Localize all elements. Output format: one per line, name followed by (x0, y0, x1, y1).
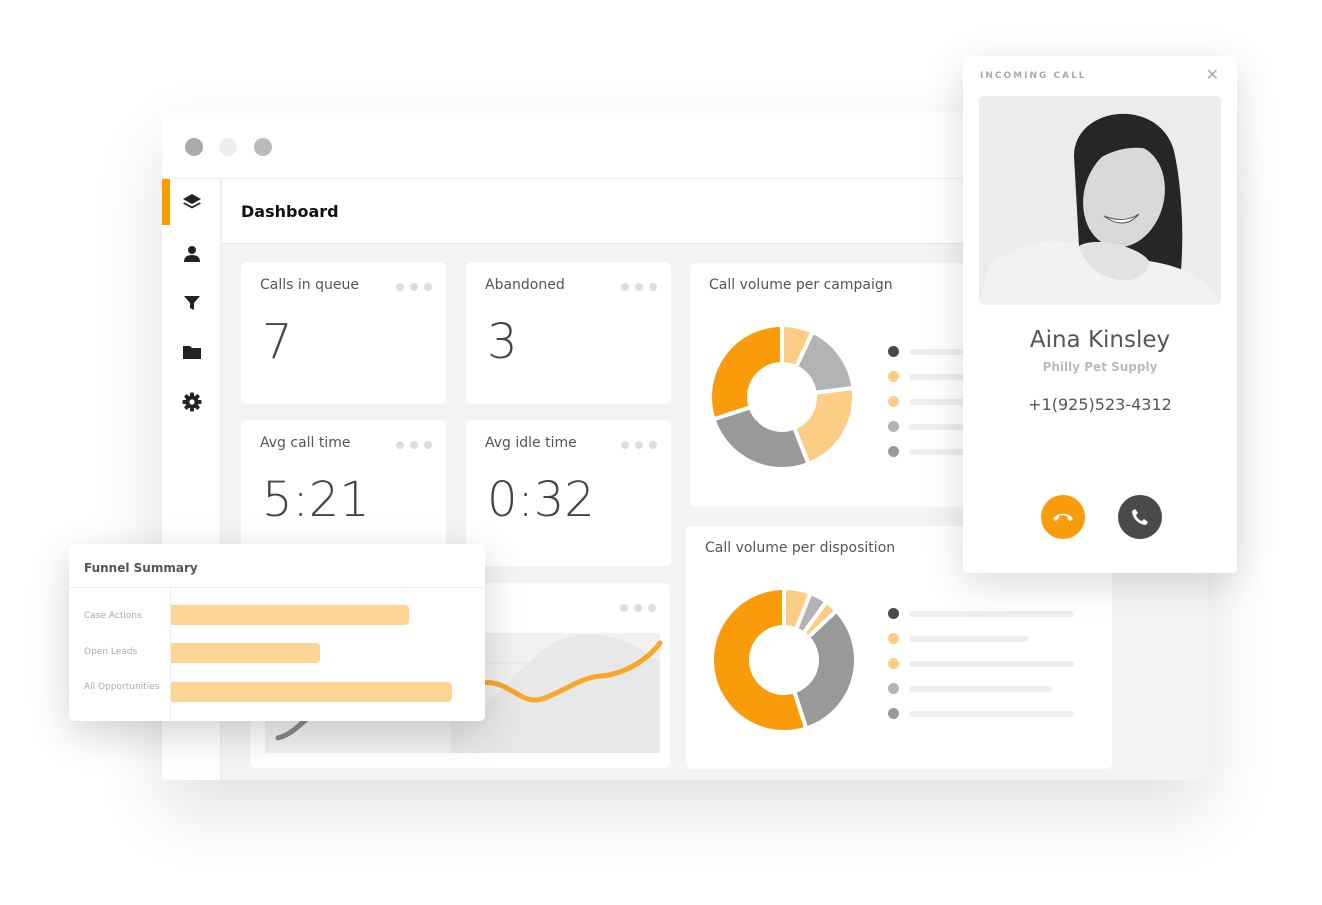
caller-name: Aina Kinsley (1029, 327, 1171, 353)
more-options-button[interactable] (396, 441, 432, 449)
hang-up-icon (1053, 513, 1073, 521)
legend-dot (888, 396, 899, 407)
legend-placeholder-bar (909, 685, 1052, 692)
disposition-donut-chart (710, 586, 858, 734)
stat-value: 0:32 (487, 472, 595, 528)
filter-icon (184, 296, 200, 310)
stat-value: 7 (262, 314, 293, 370)
funnel-bar (171, 682, 452, 702)
disposition-legend (888, 608, 1074, 719)
window-minimize-button[interactable] (219, 138, 237, 156)
legend-placeholder-bar (909, 710, 1074, 717)
stat-card-abandoned: Abandoned 3 (466, 262, 671, 404)
sidebar-item-contacts[interactable] (162, 231, 222, 277)
user-icon (184, 246, 200, 262)
more-options-button[interactable] (621, 283, 657, 291)
funnel-row-label: All Opportunities (84, 682, 160, 692)
caller-photo (979, 96, 1221, 305)
legend-dot (888, 633, 899, 644)
legend-dot (888, 371, 899, 382)
more-options-button[interactable] (396, 283, 432, 291)
legend-item (888, 633, 1074, 644)
funnel-summary-card: Funnel Summary Case Actions Open Leads A… (69, 544, 485, 721)
funnel-bar (171, 605, 409, 625)
stat-label: Avg call time (260, 435, 351, 451)
stat-value: 3 (487, 314, 518, 370)
funnel-bar (171, 643, 320, 663)
legend-item (888, 608, 1074, 619)
funnel-row-label: Case Actions (84, 611, 142, 621)
legend-dot (888, 421, 899, 432)
donut-slice (708, 323, 784, 422)
legend-placeholder-bar (909, 635, 1029, 642)
sidebar-item-filters[interactable] (162, 280, 222, 326)
folder-icon (183, 346, 201, 359)
legend-dot (888, 658, 899, 669)
incoming-call-card: INCOMING CALL ✕ Aina Kinsley Philly Pet … (963, 56, 1237, 573)
answer-call-button[interactable] (1118, 495, 1162, 539)
stat-label: Abandoned (485, 277, 565, 293)
window-maximize-button[interactable] (254, 138, 272, 156)
stat-card-avg-idle-time: Avg idle time 0:32 (466, 420, 671, 566)
legend-dot (888, 446, 899, 457)
page-title: Dashboard (241, 202, 339, 221)
sidebar-item-dashboard[interactable] (162, 179, 222, 225)
legend-dot (888, 346, 899, 357)
legend-placeholder-bar (909, 660, 1074, 667)
sidebar-item-settings[interactable] (162, 379, 222, 425)
funnel-row-label: Open Leads (84, 647, 138, 657)
layers-icon (183, 194, 201, 209)
stat-value: 5:21 (262, 472, 370, 528)
funnel-title: Funnel Summary (84, 561, 198, 575)
campaign-donut-chart (708, 323, 856, 471)
legend-dot (888, 608, 899, 619)
window-close-button[interactable] (185, 138, 203, 156)
incoming-call-heading: INCOMING CALL (980, 71, 1087, 81)
legend-placeholder-bar (909, 610, 1074, 617)
sidebar-item-files[interactable] (162, 329, 222, 375)
gear-icon (182, 392, 202, 412)
stat-label: Avg idle time (485, 435, 577, 451)
legend-dot (888, 683, 899, 694)
chart-title: Call volume per campaign (709, 277, 893, 293)
stat-label: Calls in queue (260, 277, 359, 293)
stat-card-calls-in-queue: Calls in queue 7 (241, 262, 446, 404)
legend-dot (888, 708, 899, 719)
caller-phone: +1(925)523-4312 (1028, 395, 1172, 414)
close-icon[interactable]: ✕ (1206, 65, 1219, 84)
decline-call-button[interactable] (1041, 495, 1085, 539)
chart-title: Call volume per disposition (705, 540, 896, 556)
divider (69, 587, 485, 588)
legend-item (888, 683, 1074, 694)
more-options-button[interactable] (621, 441, 657, 449)
caller-company: Philly Pet Supply (1042, 360, 1158, 374)
legend-item (888, 658, 1074, 669)
legend-item (888, 708, 1074, 719)
phone-icon (1132, 509, 1148, 525)
